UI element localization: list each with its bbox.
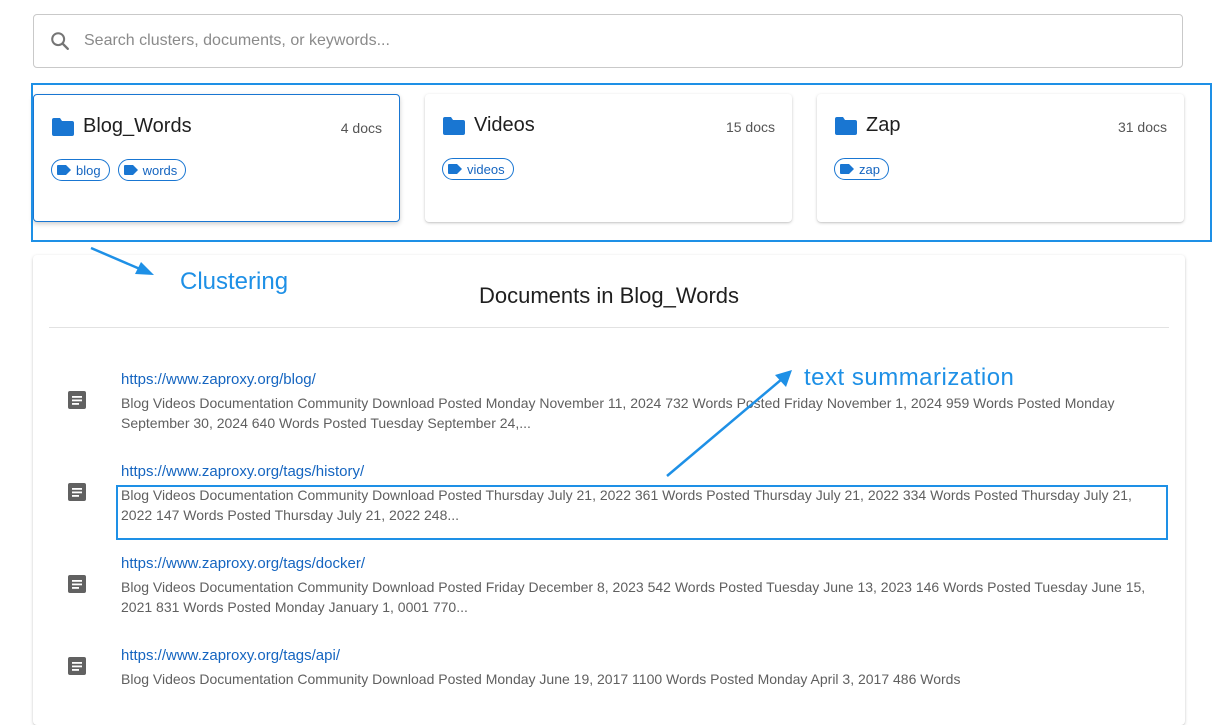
document-link[interactable]: https://www.zaproxy.org/tags/history/ bbox=[121, 463, 364, 480]
document-link[interactable]: https://www.zaproxy.org/tags/api/ bbox=[121, 647, 340, 664]
document-summary: Blog Videos Documentation Community Down… bbox=[121, 395, 1115, 431]
annotation-box-clusters bbox=[31, 83, 1212, 242]
annotation-label-clustering: Clustering bbox=[180, 268, 289, 295]
document-link[interactable]: https://www.zaproxy.org/tags/docker/ bbox=[121, 555, 365, 572]
document-icon bbox=[68, 483, 86, 501]
annotation-box-summary bbox=[116, 485, 1168, 540]
divider bbox=[49, 327, 1169, 328]
annotation-label-summarization: text summarization bbox=[804, 364, 1015, 391]
search-bar[interactable] bbox=[33, 14, 1183, 68]
document-icon bbox=[68, 575, 86, 593]
document-summary: Blog Videos Documentation Community Down… bbox=[121, 579, 1146, 615]
document-link[interactable]: https://www.zaproxy.org/blog/ bbox=[121, 371, 316, 388]
document-summary: Blog Videos Documentation Community Down… bbox=[121, 671, 961, 687]
search-icon bbox=[51, 32, 69, 50]
search-input[interactable] bbox=[82, 31, 1182, 51]
document-icon bbox=[68, 657, 86, 675]
document-icon bbox=[68, 391, 86, 409]
